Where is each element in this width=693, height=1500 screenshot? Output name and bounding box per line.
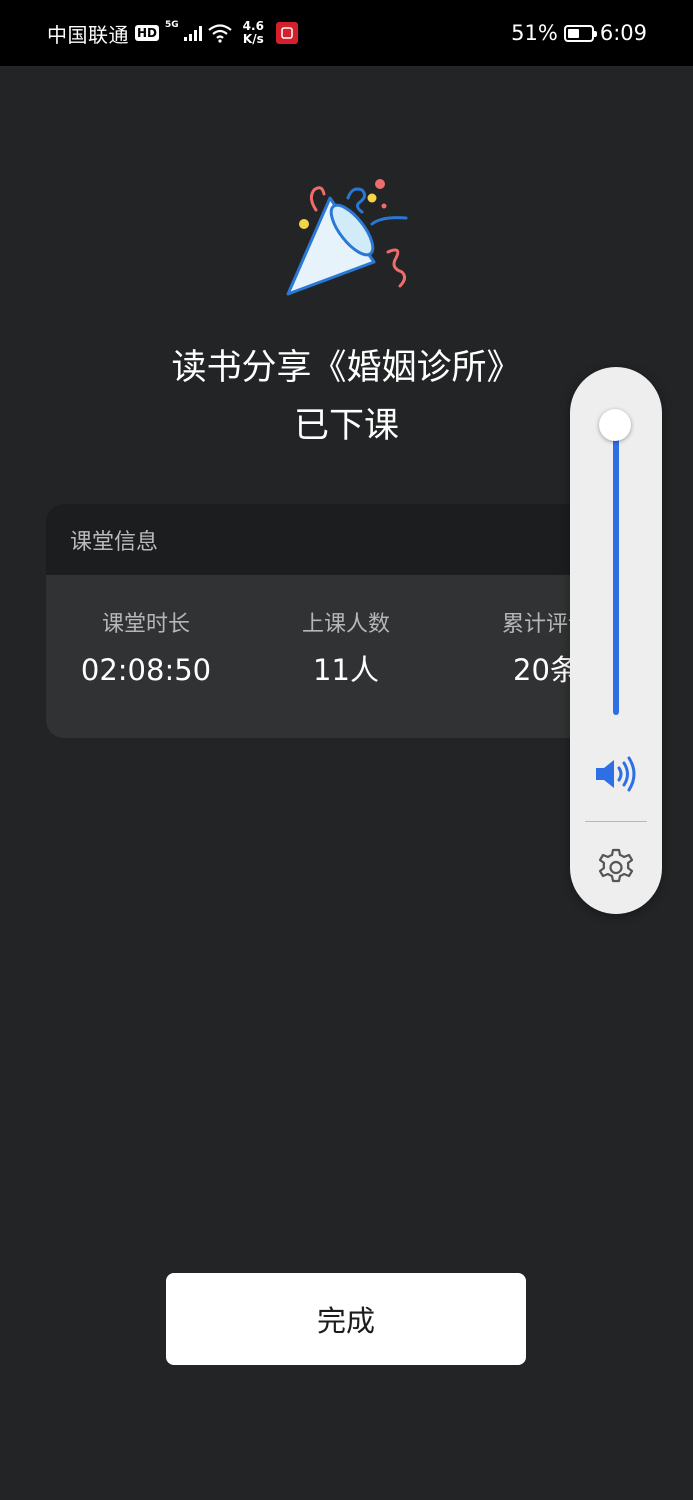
battery-icon	[563, 24, 597, 42]
status-bar-left: 中国联通 HD 5G 4.6 K/s	[47, 0, 298, 66]
clock: 6:09	[599, 21, 647, 45]
stat-value: 02:08:50	[80, 653, 212, 687]
stat-value: 11人	[313, 653, 379, 687]
volume-slider-fill	[613, 415, 619, 715]
volume-slider-thumb[interactable]	[599, 409, 631, 441]
status-bar-right: 51% 6:09	[511, 0, 647, 66]
status-bar: 中国联通 HD 5G 4.6 K/s 51% 6:09	[0, 0, 693, 66]
class-info-card: 课堂信息 课堂时长 02:08:50 上课人数 11人 累计评论 20条	[46, 504, 646, 738]
volume-slider-track[interactable]	[613, 415, 619, 715]
stat-label: 上课人数	[301, 612, 390, 637]
stat-duration: 课堂时长 02:08:50	[46, 605, 246, 693]
stat-label: 课堂时长	[101, 612, 190, 637]
carrier-name: 中国联通	[47, 22, 129, 47]
network-speed: 4.6 K/s	[243, 20, 264, 46]
class-info-header: 课堂信息	[46, 504, 646, 575]
class-stats: 课堂时长 02:08:50 上课人数 11人 累计评论 20条	[46, 575, 646, 738]
volume-panel-divider	[585, 821, 647, 822]
network-type: 5G	[165, 20, 179, 30]
signal-icon	[183, 26, 202, 41]
volume-panel	[570, 367, 662, 914]
done-button[interactable]: 完成	[166, 1273, 526, 1365]
app-notification-icon	[275, 22, 298, 44]
stat-attendees: 上课人数 11人	[246, 605, 446, 693]
battery-fill	[567, 28, 580, 38]
wifi-icon	[207, 24, 232, 43]
speaker-volume-icon[interactable]	[594, 755, 638, 793]
speed-unit: K/s	[242, 32, 264, 46]
battery-percent: 51%	[511, 21, 558, 45]
party-popper-icon	[286, 179, 408, 296]
hd-badge: HD	[135, 25, 160, 41]
gear-icon[interactable]	[596, 847, 636, 887]
